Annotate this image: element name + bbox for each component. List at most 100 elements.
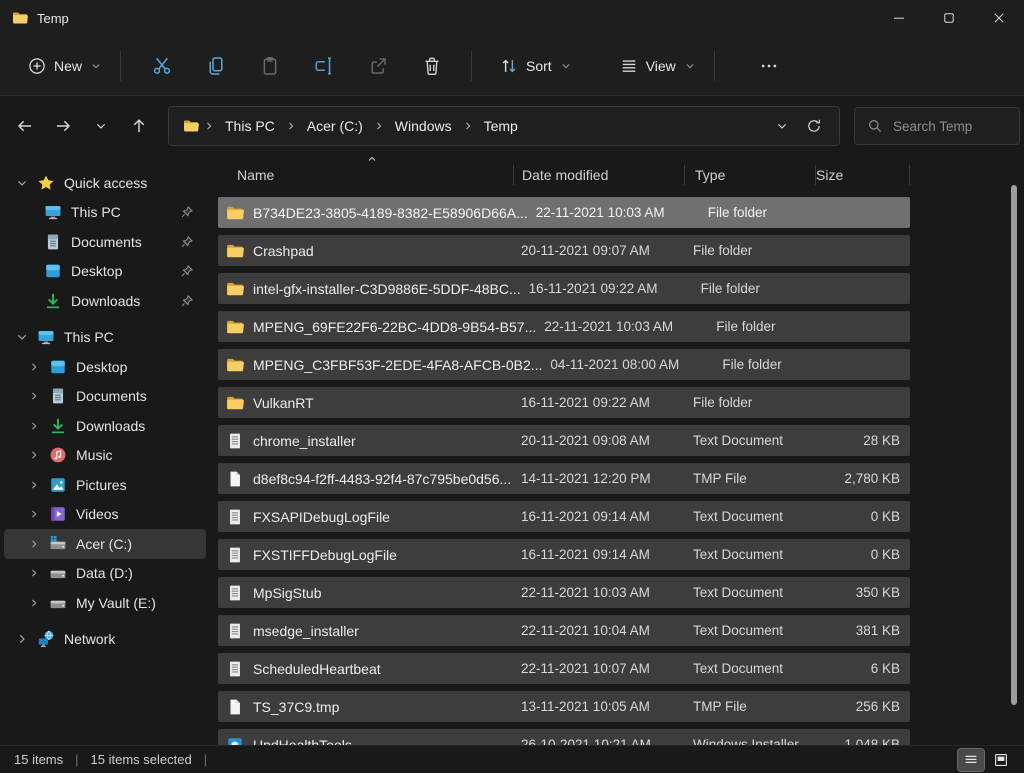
sidebar-item-this-pc[interactable]: This PC [4,198,206,228]
up-button[interactable] [122,109,156,143]
sidebar-item-documents[interactable]: Documents [4,382,206,412]
sidebar-item-videos[interactable]: Videos [4,500,206,530]
sidebar-item-acer-c[interactable]: Acer (C:) [4,529,206,559]
column-header-type[interactable]: Type [685,164,815,186]
column-label: Size [816,167,843,183]
breadcrumb-segment-this-pc[interactable]: This PC [219,115,281,137]
file-row[interactable]: msedge_installer22-11-2021 10:04 AMText … [218,615,910,646]
sidebar: Quick accessThis PCDocumentsDesktopDownl… [0,155,210,745]
file-row[interactable]: chrome_installer20-11-2021 09:08 AMText … [218,425,910,456]
recent-locations-button[interactable] [84,109,118,143]
music-icon [49,446,67,464]
search-icon [867,118,883,134]
chevron-right-icon[interactable] [26,390,42,402]
chevron-right-icon[interactable] [26,420,42,432]
chevron-right-icon[interactable] [14,632,30,646]
delete-button[interactable] [412,46,452,86]
status-bar: 15 items 15 items selected [0,745,1024,773]
details-view-button[interactable] [958,749,984,771]
file-row[interactable]: ScheduledHeartbeat22-11-2021 10:07 AMTex… [218,653,910,684]
breadcrumb-segment-temp[interactable]: Temp [478,115,524,137]
sidebar-section-network[interactable]: Network [4,625,206,655]
breadcrumb-segment-windows[interactable]: Windows [389,115,458,137]
sidebar-item-desktop[interactable]: Desktop [4,257,206,287]
file-row[interactable]: intel-gfx-installer-C3D9886E-5DDF-48BC..… [218,273,910,304]
chevron-down-icon[interactable] [14,176,30,190]
chevron-right-icon[interactable] [26,479,42,491]
search-box[interactable] [854,107,1020,145]
file-row[interactable]: B734DE23-3805-4189-8382-E58906D66A...22-… [218,197,910,228]
column-header-date-modified[interactable]: Date modified [514,164,684,186]
file-row[interactable]: MPENG_C3FBF53F-2EDE-4FA8-AFCB-0B2...04-1… [218,349,910,380]
file-date-modified: 22-11-2021 10:07 AM [513,661,683,676]
file-row[interactable]: FXSTIFFDebugLogFile16-11-2021 09:14 AMTe… [218,539,910,570]
file-date-modified: 22-11-2021 10:04 AM [513,623,683,638]
file-row[interactable]: MPENG_69FE22F6-22BC-4DD8-9B54-B57...22-1… [218,311,910,342]
chevron-down-icon[interactable] [14,330,30,344]
more-options-button[interactable] [749,46,789,86]
minimize-button[interactable] [874,0,924,36]
document-icon [44,233,62,251]
status-summary: 15 items 15 items selected [0,752,207,767]
sidebar-item-documents[interactable]: Documents [4,227,206,257]
sidebar-item-downloads[interactable]: Downloads [4,286,206,316]
maximize-button[interactable] [924,0,974,36]
sidebar-section-quick-access[interactable]: Quick access [4,168,206,198]
file-name-cell: intel-gfx-installer-C3D9886E-5DDF-48BC..… [218,280,521,298]
file-name: d8ef8c94-f2ff-4483-92f4-87c795be0d56... [253,471,511,487]
file-date-modified: 13-11-2021 10:05 AM [513,699,683,714]
sidebar-item-data-d[interactable]: Data (D:) [4,559,206,589]
sort-button[interactable]: Sort [490,49,582,83]
sidebar-section-this-pc[interactable]: This PC [4,323,206,353]
sidebar-item-pictures[interactable]: Pictures [4,470,206,500]
cut-button[interactable] [142,46,182,86]
file-type: Text Document [683,509,813,524]
file-type: File folder [691,281,821,296]
view-button[interactable]: View [610,49,706,83]
column-label: Type [695,167,725,183]
address-bar[interactable]: This PC Acer (C:) Windows Temp [168,106,840,146]
search-input[interactable] [893,119,1003,134]
share-button[interactable] [358,46,398,86]
file-pane: Name Date modified Type Size B734DE23-38… [218,155,910,773]
new-button[interactable]: New [18,49,112,83]
file-type: File folder [712,357,842,372]
breadcrumb-segment-acer-c[interactable]: Acer (C:) [301,115,369,137]
chevron-right-icon[interactable] [26,567,42,579]
sidebar-item-my-vault-e[interactable]: My Vault (E:) [4,588,206,618]
status-separator [204,752,207,767]
close-button[interactable] [974,0,1024,36]
file-row[interactable]: MpSigStub22-11-2021 10:03 AMText Documen… [218,577,910,608]
file-row[interactable]: Crashpad20-11-2021 09:07 AMFile folder [218,235,910,266]
chevron-right-icon[interactable] [26,538,42,550]
sidebar-item-downloads[interactable]: Downloads [4,411,206,441]
scrollbar-track[interactable] [1010,155,1020,745]
star-icon [37,174,55,192]
forward-button[interactable] [46,109,80,143]
chevron-right-icon[interactable] [26,508,42,520]
copy-button[interactable] [196,46,236,86]
chevron-down-icon [684,60,696,72]
file-size: 0 KB [813,509,910,524]
file-row[interactable]: FXSAPIDebugLogFile16-11-2021 09:14 AMTex… [218,501,910,532]
file-name-cell: TS_37C9.tmp [218,698,513,716]
chevron-right-icon[interactable] [26,449,42,461]
column-header-size[interactable]: Size [816,164,909,186]
address-dropdown-button[interactable] [767,119,797,133]
chevron-right-icon[interactable] [26,597,42,609]
file-row[interactable]: TS_37C9.tmp13-11-2021 10:05 AMTMP File25… [218,691,910,722]
sidebar-item-music[interactable]: Music [4,441,206,471]
column-header-name[interactable]: Name [218,164,513,186]
chevron-right-icon[interactable] [26,361,42,373]
paste-button[interactable] [250,46,290,86]
rename-button[interactable] [304,46,344,86]
column-separator[interactable] [909,165,910,185]
file-row[interactable]: VulkanRT16-11-2021 09:22 AMFile folder [218,387,910,418]
back-button[interactable] [8,109,42,143]
thumbnails-view-button[interactable] [988,749,1014,771]
scrollbar-thumb[interactable] [1011,185,1017,705]
refresh-button[interactable] [797,110,831,142]
file-row[interactable]: d8ef8c94-f2ff-4483-92f4-87c795be0d56...1… [218,463,910,494]
sidebar-item-desktop[interactable]: Desktop [4,352,206,382]
pin-icon [180,205,194,219]
